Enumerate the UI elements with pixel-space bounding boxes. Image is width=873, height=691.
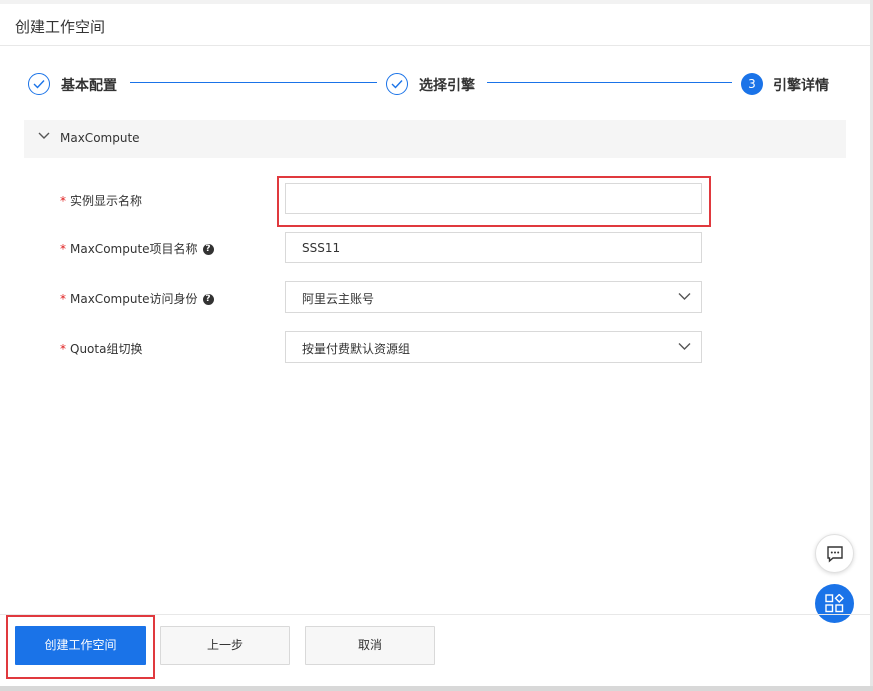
question-circle-icon[interactable]: ? [202,244,214,255]
chevron-down-icon [678,293,691,300]
page-title: 创建工作空间 [15,18,106,36]
quota-group-select[interactable]: 按量付费默认资源组 [285,331,702,363]
chevron-down-icon [38,132,50,139]
required-mark: * [60,194,66,208]
step-connector [130,82,377,83]
access-identity-select[interactable]: 阿里云主账号 [285,281,702,313]
chat-icon [827,546,843,563]
footer-divider [0,614,870,615]
stepper: 基本配置 选择引擎 3 引擎详情 [0,70,870,98]
step-3-number: 3 [741,73,763,95]
bottom-strip [0,686,873,691]
access-identity-label: * MaxCompute访问身份? [60,290,214,307]
quota-group-label: * Quota组切换 [60,342,143,356]
select-value: 阿里云主账号 [302,292,375,306]
create-workspace-button[interactable]: 创建工作空间 [15,626,146,665]
chat-button[interactable] [815,534,854,573]
maxcompute-section-header[interactable]: MaxCompute [24,120,846,158]
step-2-check-icon [386,73,408,95]
dialog-header: 创建工作空间 [0,4,870,46]
instance-name-label: * 实例显示名称 [60,194,143,208]
section-title: MaxCompute [60,131,140,145]
project-name-label: * MaxCompute项目名称? [60,240,214,257]
question-circle-icon[interactable]: ? [202,294,214,305]
project-name-input[interactable] [285,232,702,263]
select-value: 按量付费默认资源组 [302,342,411,356]
step-2-label: 选择引擎 [419,78,475,94]
step-connector [487,82,732,83]
apps-button[interactable] [815,584,854,623]
instance-name-input[interactable] [285,183,702,214]
step-3-label: 引擎详情 [773,78,829,94]
prev-step-button[interactable]: 上一步 [160,626,290,665]
cancel-button[interactable]: 取消 [305,626,435,665]
step-1-check-icon [28,73,50,95]
apps-grid-icon [825,594,844,613]
chevron-down-icon [678,343,691,350]
step-1-label: 基本配置 [61,78,117,94]
